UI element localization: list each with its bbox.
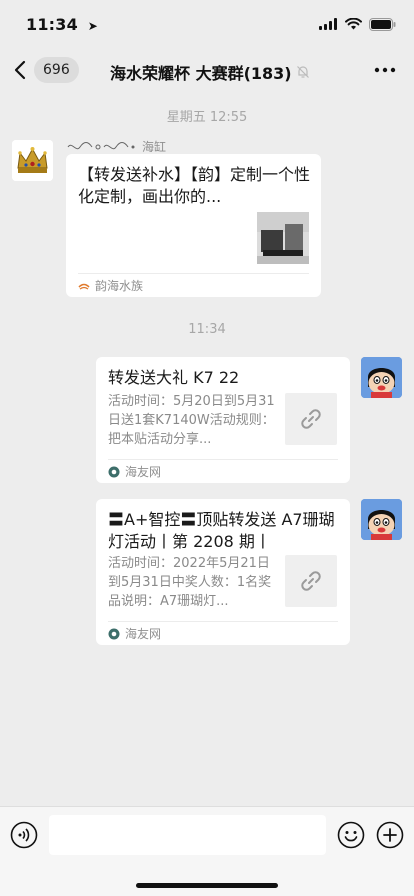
nav-bar: 696 海水荣耀杯 大赛群(183): [0, 48, 414, 92]
source-logo-icon: [78, 283, 90, 289]
link-card-message[interactable]: 转发送大礼 K7 22 活动时间：5月20日到5月31日送1套K7140W活动规…: [96, 357, 350, 483]
link-card-description: 活动时间：2022年5月21日到5月31日中奖人数：1名奖品说明：A7珊瑚灯..…: [108, 556, 272, 609]
link-icon: [301, 409, 321, 429]
unread-count-badge: 696: [34, 57, 79, 83]
status-time: 11:34 ➤: [26, 15, 98, 34]
link-card-message[interactable]: 〓A+智控〓顶贴转发送 A7珊瑚灯活动丨第 2208 期丨 活动时间：2022年…: [96, 499, 350, 645]
timestamp: 星期五 12:55: [166, 110, 248, 125]
crown-icon: [12, 140, 53, 181]
link-card-footer: 海友网: [108, 459, 338, 483]
link-card-title: 【转发送补水】【韵】定制一个性化定制，画出你的...: [78, 165, 311, 206]
link-icon: [301, 571, 321, 591]
timestamp: 11:34: [188, 322, 226, 337]
cartoon-avatar-icon: [361, 357, 402, 398]
message-input[interactable]: [49, 815, 326, 855]
sender-name: 海缸: [66, 138, 166, 155]
back-button[interactable]: 696: [14, 57, 79, 83]
status-bar: 11:34 ➤: [0, 0, 414, 48]
interior-photo-icon: [257, 212, 309, 264]
voice-button[interactable]: [10, 821, 38, 849]
source-logo-icon: [108, 628, 120, 639]
voice-icon: [10, 821, 38, 849]
link-thumbnail: [285, 393, 337, 445]
source-logo-icon: [108, 466, 120, 477]
chat-title: 海水荣耀杯 大赛群(183): [110, 60, 330, 84]
link-card-title: 转发送大礼 K7 22: [108, 368, 240, 387]
chat-title-text: 海水荣耀杯 大赛群(183): [110, 64, 292, 83]
battery-icon: [369, 17, 396, 31]
status-icons: [319, 17, 396, 31]
decorative-flourish-icon: [67, 141, 135, 149]
emoji-icon: [337, 821, 365, 849]
sender-avatar[interactable]: [12, 140, 53, 181]
link-card-description: 活动时间：5月20日到5月31日送1套K7140W活动规则：把本贴活动分享...: [108, 394, 275, 447]
link-card-source: 海友网: [125, 465, 162, 479]
my-avatar[interactable]: [361, 499, 402, 540]
wifi-icon: [345, 18, 362, 30]
muted-bell-icon: [296, 66, 309, 78]
plus-button[interactable]: [376, 821, 404, 849]
more-button[interactable]: [374, 60, 396, 84]
plus-icon: [376, 821, 404, 849]
link-thumbnail: [285, 555, 337, 607]
emoji-button[interactable]: [337, 821, 365, 849]
link-card-footer: 海友网: [108, 621, 338, 645]
link-card-source: 海友网: [125, 627, 162, 641]
location-arrow-icon: ➤: [87, 18, 98, 33]
link-card-source: 韵海水族: [95, 279, 144, 293]
link-card-footer: 韵海水族: [78, 273, 309, 297]
more-icon: [374, 67, 396, 73]
my-avatar[interactable]: [361, 357, 402, 398]
sender-name-text: 海缸: [142, 140, 167, 154]
cartoon-avatar-icon: [361, 499, 402, 540]
status-time-text: 11:34: [26, 14, 78, 34]
link-card-message[interactable]: 【转发送补水】【韵】定制一个性化定制，画出你的... 韵海水族: [66, 154, 321, 297]
signal-icon: [319, 18, 337, 30]
chevron-left-icon: [14, 60, 26, 80]
link-card-thumbnail: [257, 212, 309, 264]
link-card-title: 〓A+智控〓顶贴转发送 A7珊瑚灯活动丨第 2208 期丨: [108, 510, 335, 551]
home-indicator: [136, 883, 278, 888]
